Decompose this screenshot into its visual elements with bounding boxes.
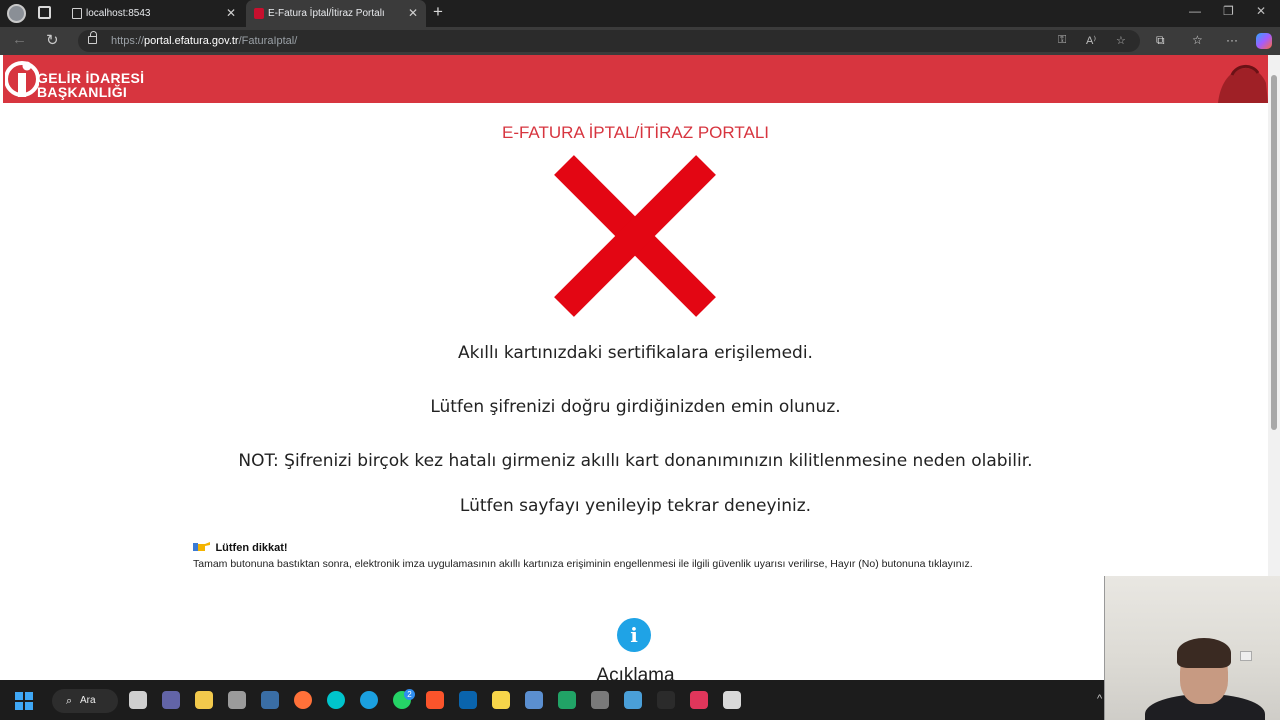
more-menu-icon[interactable]: ··· (1226, 33, 1238, 47)
tab-efatura[interactable]: E-Fatura İptal/İtiraz Portalı ✕ (246, 0, 426, 27)
page-title: E-FATURA İPTAL/İTİRAZ PORTALI (501, 123, 769, 142)
read-aloud-icon[interactable]: A⁾ (1086, 34, 1096, 47)
shield-app-icon[interactable] (261, 691, 279, 709)
gib-logo-icon[interactable] (5, 57, 39, 101)
key-icon[interactable]: ⚿ (1058, 34, 1066, 47)
windows-start-icon[interactable] (15, 692, 33, 710)
warning-heading: Lütfen dikkat! (193, 538, 288, 556)
warning-title: Lütfen dikkat! (215, 542, 288, 554)
wall-outlet (1240, 651, 1252, 661)
info-icon: i (617, 618, 651, 652)
back-icon[interactable]: ← (12, 31, 27, 48)
address-toolbar: ← ↻ https://portal.efatura.gov.tr/Fatura… (0, 27, 1280, 55)
visual-studio-icon[interactable] (657, 691, 675, 709)
close-window-icon[interactable]: ✕ (1256, 4, 1266, 18)
logo-line-2: BAŞKANLIĞI (37, 84, 128, 100)
firefox-icon[interactable] (294, 691, 312, 709)
red-x-icon (554, 155, 716, 317)
tab-localhost[interactable]: localhost:8543 ✕ (64, 0, 244, 27)
edge-icon[interactable] (360, 691, 378, 709)
taskbar-search[interactable]: ⌕ Ara (52, 689, 118, 713)
document-app-icon[interactable] (723, 691, 741, 709)
tab-title: E-Fatura İptal/İtiraz Portalı (268, 8, 385, 19)
extensions-icon[interactable]: ⧉ (1156, 33, 1165, 48)
pointing-hand-icon (193, 542, 210, 551)
page-icon (72, 8, 82, 19)
tray-chevron-icon[interactable]: ^ (1097, 693, 1102, 705)
webcam-overlay (1104, 576, 1280, 720)
favorites-icon[interactable]: ☆ (1192, 33, 1203, 47)
brave-icon[interactable] (426, 691, 444, 709)
minimize-icon[interactable]: — (1189, 4, 1201, 18)
task-view-icon[interactable] (129, 691, 147, 709)
address-bar[interactable]: https://portal.efatura.gov.tr/FaturaIpta… (78, 30, 1140, 52)
url-text[interactable]: https://portal.efatura.gov.tr/FaturaIpta… (111, 35, 297, 47)
close-tab-icon[interactable]: ✕ (226, 6, 236, 20)
close-tab-icon[interactable]: ✕ (408, 6, 418, 20)
excel-icon[interactable] (558, 691, 576, 709)
app-icon[interactable] (228, 691, 246, 709)
remote-desktop-icon[interactable] (624, 691, 642, 709)
teams-icon[interactable] (162, 691, 180, 709)
password-hint-message: Lütfen şifrenizi doğru girdiğinizden emi… (430, 397, 841, 417)
outlook-icon[interactable] (459, 691, 477, 709)
tab-title: localhost:8543 (86, 8, 151, 19)
error-message: Akıllı kartınızdaki sertifikalara erişil… (458, 343, 813, 363)
reload-icon[interactable]: ↻ (46, 31, 59, 49)
logo-line-1: GELİR İDARESİ (37, 70, 145, 86)
gib-favicon-icon (254, 8, 264, 19)
sticky-notes-icon[interactable] (492, 691, 510, 709)
tab-actions-icon[interactable] (38, 6, 51, 19)
favorite-star-icon[interactable]: ☆ (1116, 34, 1126, 47)
whatsapp-badge: 2 (404, 689, 415, 700)
lockout-note: NOT: Şifrenizi birçok kez hatalı girmeni… (238, 451, 1033, 471)
browser-tabstrip: localhost:8543 ✕ E-Fatura İptal/İtiraz P… (0, 0, 1280, 27)
search-label: Ara (80, 695, 96, 706)
retry-message: Lütfen sayfayı yenileyip tekrar deneyini… (459, 496, 812, 516)
scrollbar-thumb[interactable] (1271, 75, 1277, 430)
search-icon: ⌕ (66, 695, 73, 707)
ataturk-portrait-image (1218, 65, 1268, 103)
photo-app-icon[interactable] (690, 691, 708, 709)
person-hair (1177, 638, 1231, 668)
gib-logo-text[interactable]: GELİR İDARESİ BAŞKANLIĞI (37, 71, 144, 99)
new-tab-icon[interactable]: + (433, 2, 443, 22)
restore-icon[interactable]: ❐ (1223, 4, 1234, 18)
warning-text: Tamam butonuna bastıktan sonra, elektron… (193, 558, 973, 570)
page-viewport: GELİR İDARESİ BAŞKANLIĞI E-FATURA İPTAL/… (0, 55, 1280, 680)
calculator-icon[interactable] (591, 691, 609, 709)
file-explorer-icon[interactable] (195, 691, 213, 709)
profile-avatar[interactable] (7, 4, 26, 23)
canva-icon[interactable] (327, 691, 345, 709)
main-content: E-FATURA İPTAL/İTİRAZ PORTALI Akıllı kar… (3, 103, 1268, 680)
copilot-icon[interactable] (1256, 33, 1272, 49)
gib-header-banner: GELİR İDARESİ BAŞKANLIĞI (3, 55, 1268, 103)
info-heading: Açıklama (596, 665, 675, 680)
image-app-icon[interactable] (525, 691, 543, 709)
windows-taskbar: ⌕ Ara 2 ^ (0, 680, 1280, 720)
lock-icon[interactable] (88, 31, 97, 44)
